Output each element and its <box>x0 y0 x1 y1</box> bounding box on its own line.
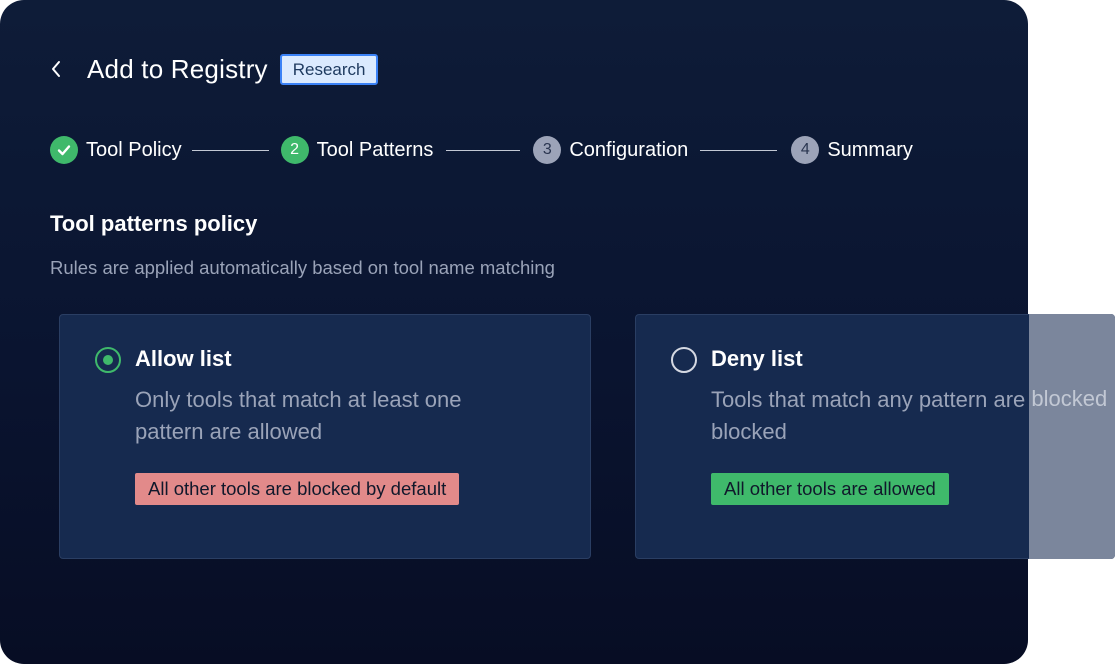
allow-list-radio[interactable] <box>95 347 121 373</box>
page-title: Add to Registry <box>87 53 268 84</box>
step-done-circle <box>50 136 78 164</box>
chevron-left-icon <box>52 61 60 77</box>
option-title: Deny list <box>711 346 803 371</box>
option-title: Allow list <box>135 346 232 371</box>
step-tool-policy[interactable]: Tool Policy <box>50 136 182 164</box>
option-tag: All other tools are allowed <box>711 473 949 505</box>
step-number-circle: 3 <box>533 136 562 164</box>
step-connector <box>700 149 778 151</box>
overlay-text: Tools that match any pattern are blocked <box>1029 386 1108 411</box>
step-number-circle: 4 <box>791 136 820 164</box>
overlay-text-clip: Tools that match any pattern are blocked <box>1029 314 1115 559</box>
step-label: Tool Patterns <box>316 138 434 161</box>
card-overflow-overlay: Tools that match any pattern are blocked <box>1029 314 1115 559</box>
stepper: Tool Policy 2 Tool Patterns 3 Configurat… <box>50 135 913 165</box>
deny-list-radio[interactable] <box>671 347 697 373</box>
step-connector <box>446 149 521 151</box>
step-label: Summary <box>827 138 913 161</box>
step-summary[interactable]: 4 Summary <box>791 136 913 164</box>
step-configuration[interactable]: 3 Configuration <box>533 136 688 164</box>
step-number-circle: 2 <box>280 136 309 164</box>
header: Add to Registry Research <box>44 52 378 86</box>
section-subtitle: Rules are applied automatically based on… <box>50 257 555 278</box>
step-tool-patterns[interactable]: 2 Tool Patterns <box>280 136 434 164</box>
registry-badge: Research <box>279 53 378 85</box>
step-label: Configuration <box>569 138 689 161</box>
allow-list-option[interactable]: Allow list Only tools that match at leas… <box>59 314 591 559</box>
back-button[interactable] <box>44 57 68 81</box>
step-connector <box>191 149 269 151</box>
check-icon <box>57 145 71 156</box>
step-label: Tool Policy <box>86 138 182 161</box>
option-tag: All other tools are blocked by default <box>135 473 460 505</box>
section-title: Tool patterns policy <box>50 211 258 236</box>
option-description: Tools that match any pattern are blocked <box>711 387 1026 444</box>
option-description: Only tools that match at least one patte… <box>135 387 462 444</box>
